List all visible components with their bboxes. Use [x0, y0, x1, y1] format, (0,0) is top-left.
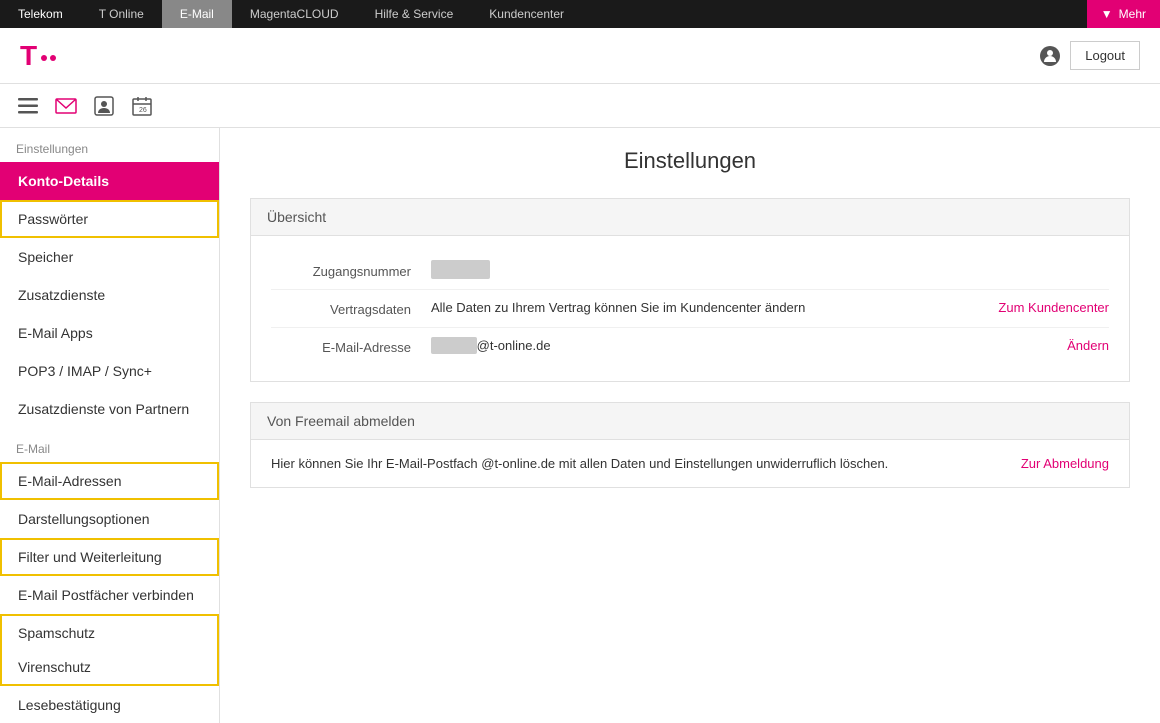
nav-kundencenter[interactable]: Kundencenter	[471, 0, 582, 28]
toolbar: 26	[0, 84, 1160, 128]
logo-t-letter: T	[20, 40, 37, 72]
mehr-label: Mehr	[1119, 7, 1146, 21]
header-right: Logout	[1040, 41, 1140, 70]
vertragsdaten-label: Vertragsdaten	[271, 300, 431, 317]
sidebar: Einstellungen Konto-Details Passwörter S…	[0, 128, 220, 723]
uebersicht-section: Übersicht Zugangsnummer Vertragsdaten Al…	[250, 198, 1130, 382]
uebersicht-body: Zugangsnummer Vertragsdaten Alle Daten z…	[251, 236, 1129, 381]
sidebar-item-email-apps[interactable]: E-Mail Apps	[0, 314, 219, 352]
freemail-header: Von Freemail abmelden	[251, 403, 1129, 440]
nav-magentacloud[interactable]: MagentaCLOUD	[232, 0, 357, 28]
svg-text:26: 26	[139, 107, 147, 114]
email-adresse-label: E-Mail-Adresse	[271, 338, 431, 355]
sidebar-item-passwoerter[interactable]: Passwörter	[0, 200, 219, 238]
email-masked-part	[431, 337, 477, 354]
telekom-logo: T	[20, 40, 56, 72]
sidebar-item-pop3-imap[interactable]: POP3 / IMAP / Sync+	[0, 352, 219, 390]
header-bar: T Logout	[0, 28, 1160, 84]
email-aendern-link[interactable]: Ändern	[1067, 338, 1109, 353]
sidebar-item-zusatzdienste-partner[interactable]: Zusatzdienste von Partnern	[0, 390, 219, 428]
zugangsnummer-masked	[431, 260, 490, 279]
top-navigation: Telekom T Online E-Mail MagentaCLOUD Hil…	[0, 0, 1160, 28]
sidebar-section1-label: Einstellungen	[0, 128, 219, 162]
sidebar-item-zusatzdienste[interactable]: Zusatzdienste	[0, 276, 219, 314]
hamburger-menu-icon[interactable]	[12, 90, 44, 122]
nav-telekom[interactable]: Telekom	[0, 0, 81, 28]
logout-button[interactable]: Logout	[1070, 41, 1140, 70]
calendar-icon[interactable]: 26	[126, 90, 158, 122]
sidebar-item-darstellungsoptionen[interactable]: Darstellungsoptionen	[0, 500, 219, 538]
freemail-text: Hier können Sie Ihr E-Mail-Postfach @t-o…	[271, 456, 1001, 471]
freemail-body: Hier können Sie Ihr E-Mail-Postfach @t-o…	[251, 440, 1129, 487]
chevron-down-icon: ▼	[1101, 7, 1113, 21]
nav-hilfe-service[interactable]: Hilfe & Service	[357, 0, 472, 28]
nav-email[interactable]: E-Mail	[162, 0, 232, 28]
nav-tonline[interactable]: T Online	[81, 0, 162, 28]
nav-mehr-button[interactable]: ▼ Mehr	[1087, 0, 1160, 28]
sidebar-item-filter-weiterleitung[interactable]: Filter und Weiterleitung	[0, 538, 219, 576]
logo-dot-1	[41, 55, 47, 61]
sidebar-item-konto-details[interactable]: Konto-Details	[0, 162, 219, 200]
contacts-icon[interactable]	[88, 90, 120, 122]
page-title: Einstellungen	[250, 148, 1130, 174]
uebersicht-header: Übersicht	[251, 199, 1129, 236]
logo-dot-2	[50, 55, 56, 61]
email-adresse-row: E-Mail-Adresse @t-online.de Ändern	[271, 328, 1109, 365]
mail-icon[interactable]	[50, 90, 82, 122]
sidebar-item-postfaecher-verbinden[interactable]: E-Mail Postfächer verbinden	[0, 576, 219, 614]
sidebar-item-speicher[interactable]: Speicher	[0, 238, 219, 276]
zugangsnummer-label: Zugangsnummer	[271, 262, 431, 279]
zugangsnummer-row: Zugangsnummer	[271, 252, 1109, 290]
sidebar-item-virenschutz[interactable]: Virenschutz	[0, 650, 219, 686]
sidebar-item-spamschutz[interactable]: Spamschutz	[0, 614, 219, 650]
sidebar-item-email-adressen[interactable]: E-Mail-Adressen	[0, 462, 219, 500]
zugangsnummer-value	[431, 262, 1109, 277]
sidebar-section2-label: E-Mail	[0, 428, 219, 462]
zur-abmeldung-link[interactable]: Zur Abmeldung	[1001, 456, 1109, 471]
sidebar-item-lesebestaetigung[interactable]: Lesebestätigung	[0, 686, 219, 723]
main-content: Einstellungen Übersicht Zugangsnummer Ve…	[220, 128, 1160, 723]
vertragsdaten-value: Alle Daten zu Ihrem Vertrag können Sie i…	[431, 300, 998, 315]
email-adresse-value: @t-online.de	[431, 338, 1067, 353]
email-suffix: @t-online.de	[477, 338, 551, 353]
zum-kundencenter-link[interactable]: Zum Kundencenter	[998, 300, 1109, 315]
user-icon	[1040, 46, 1060, 66]
vertragsdaten-row: Vertragsdaten Alle Daten zu Ihrem Vertra…	[271, 290, 1109, 328]
main-layout: Einstellungen Konto-Details Passwörter S…	[0, 128, 1160, 723]
freemail-section: Von Freemail abmelden Hier können Sie Ih…	[250, 402, 1130, 488]
logo-dots	[41, 55, 56, 61]
